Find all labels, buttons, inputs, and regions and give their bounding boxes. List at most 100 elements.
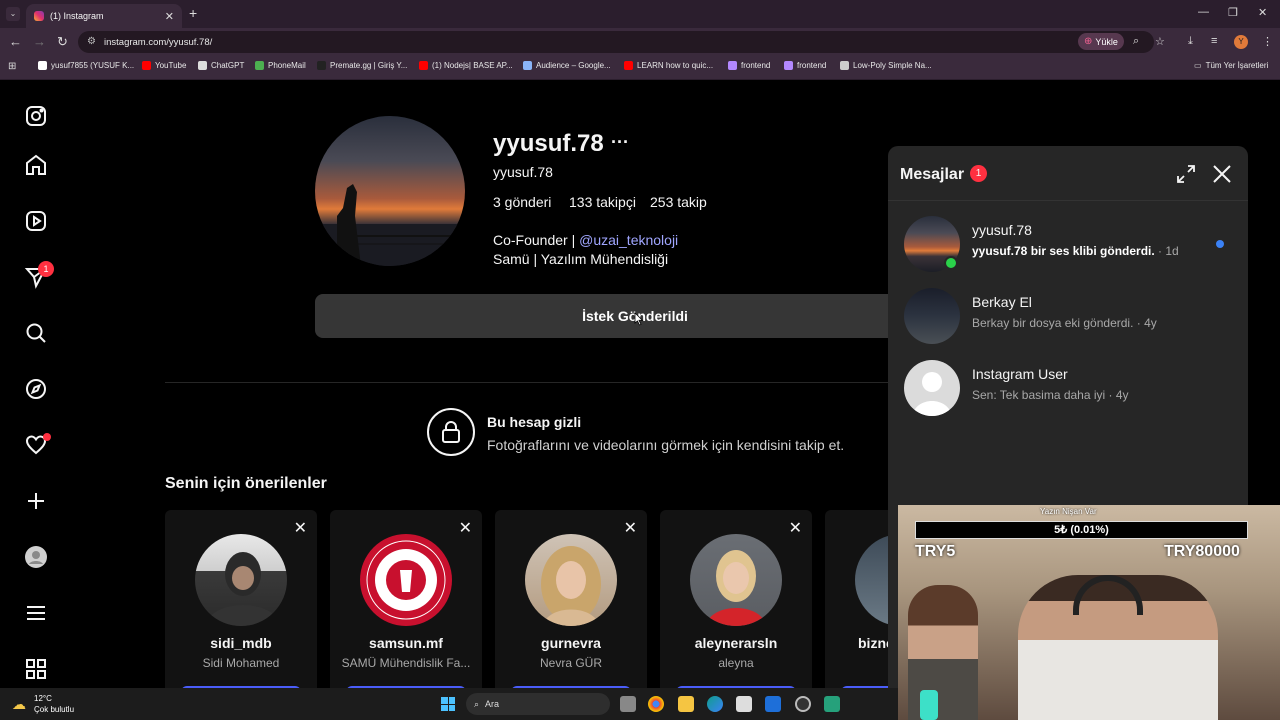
- bookmark-item[interactable]: (1) Nodejs| BASE AP...: [419, 61, 513, 70]
- bookmark-item[interactable]: ChatGPT: [198, 61, 244, 70]
- bookmark-favicon-icon: [624, 61, 633, 70]
- file-explorer-icon[interactable]: [678, 696, 694, 712]
- bio-mention-link[interactable]: @uzai_teknoloji: [579, 232, 678, 248]
- edge-icon[interactable]: [707, 696, 723, 712]
- back-icon[interactable]: ←: [9, 34, 22, 49]
- apps-grid-icon[interactable]: ⊞: [8, 61, 16, 72]
- dismiss-suggestion-icon[interactable]: ✕: [294, 518, 307, 538]
- search-icon: ⌕: [474, 698, 480, 709]
- suggestion-card[interactable]: ✕ gurnevra Nevra GÜR: [495, 510, 647, 688]
- bookmark-favicon-icon: [840, 61, 849, 70]
- private-account-title: Bu hesap gizli: [487, 414, 582, 430]
- bookmark-item[interactable]: YouTube: [142, 61, 186, 70]
- store-icon[interactable]: [736, 696, 752, 712]
- bookmark-item[interactable]: Audience – Google...: [523, 61, 611, 70]
- bookmark-label: frontend: [797, 61, 827, 70]
- new-tab-button[interactable]: +: [189, 5, 197, 21]
- samsun-university-logo[interactable]: [360, 534, 452, 626]
- webcam-overlay: Yazın Nişan Var 5₺ (0.01%) TRY5 TRY80000: [898, 505, 1280, 720]
- suggestion-avatar[interactable]: [690, 534, 782, 626]
- bookmark-item[interactable]: Premate.gg | Giriş Y...: [317, 61, 407, 70]
- profile-icon[interactable]: [24, 545, 48, 569]
- online-status-dot: [944, 256, 958, 270]
- app-icon[interactable]: [824, 696, 840, 712]
- conversation-item[interactable]: yyusuf.78 yyusuf.78 bir ses klibi gönder…: [888, 208, 1248, 280]
- mail-icon[interactable]: [765, 696, 781, 712]
- bookmark-favicon-icon: [198, 61, 207, 70]
- home-icon[interactable]: [24, 153, 48, 177]
- bookmark-label: ChatGPT: [211, 61, 245, 70]
- profile-options-icon[interactable]: ···: [611, 132, 629, 153]
- menu-icon[interactable]: [24, 601, 48, 625]
- taskbar-search-input[interactable]: ⌕ Ara: [466, 693, 610, 715]
- all-bookmarks[interactable]: ▭ Tüm Yer İşaretleri: [1194, 61, 1268, 70]
- profile-avatar[interactable]: Y: [1234, 35, 1248, 49]
- bookmark-favicon-icon: [419, 61, 428, 70]
- suggestion-avatar[interactable]: [195, 534, 287, 626]
- restore-icon[interactable]: ❐: [1228, 6, 1238, 19]
- browser-menu-icon[interactable]: ⋮: [1262, 35, 1273, 48]
- search-icon[interactable]: [24, 321, 48, 345]
- following-count[interactable]: 253 takip: [650, 194, 707, 210]
- weather-temp[interactable]: 12°C: [34, 694, 52, 703]
- bookmark-item[interactable]: PhoneMail: [255, 61, 306, 70]
- site-info-icon[interactable]: ⚙: [87, 36, 96, 47]
- weather-desc[interactable]: Çok bulutlu: [34, 705, 74, 714]
- tab-instagram[interactable]: (1) Instagram ✕: [26, 4, 182, 28]
- tab-list-icon[interactable]: ⌄: [6, 7, 20, 21]
- bookmark-favicon-icon: [255, 61, 264, 70]
- chrome-icon[interactable]: [648, 696, 664, 712]
- suggestion-avatar[interactable]: [525, 534, 617, 626]
- url-input[interactable]: ⚙ instagram.com/yyusuf.78/: [78, 31, 1154, 53]
- bookmark-item[interactable]: frontend: [728, 61, 770, 70]
- expand-icon[interactable]: [1176, 164, 1196, 184]
- bookmark-item[interactable]: Low-Poly Simple Na...: [840, 61, 932, 70]
- conversation-item[interactable]: Instagram User Sen: Tek basima daha iyi …: [888, 352, 1248, 424]
- unread-dot: [1216, 240, 1224, 248]
- donation-progress-bar: 5₺ (0.01%): [915, 521, 1248, 539]
- profile-avatar-photo[interactable]: [315, 116, 465, 266]
- suggestion-card[interactable]: ✕ sidi_mdb Sidi Mohamed: [165, 510, 317, 688]
- suggestion-card[interactable]: ✕ aleynerarsln aleyna: [660, 510, 812, 688]
- weather-cloud-icon[interactable]: ☁: [12, 696, 26, 713]
- more-apps-icon[interactable]: [24, 657, 48, 681]
- suggestion-username[interactable]: aleynerarsln: [660, 635, 812, 651]
- obs-icon[interactable]: [795, 696, 811, 712]
- reels-icon[interactable]: [24, 209, 48, 233]
- explore-icon[interactable]: [24, 377, 48, 401]
- donation-goal-title: Yazın Nişan Var: [1040, 507, 1097, 516]
- close-icon[interactable]: [1210, 162, 1234, 186]
- followers-count[interactable]: 133 takipçi: [569, 194, 636, 210]
- minimize-icon[interactable]: —: [1198, 6, 1209, 18]
- suggestion-username[interactable]: gurnevra: [495, 635, 647, 651]
- bookmark-item[interactable]: yusuf7855 (YUSUF K...: [38, 61, 134, 70]
- tab-close-icon[interactable]: ✕: [165, 10, 174, 23]
- create-icon[interactable]: [24, 489, 48, 513]
- notifications-dot: [43, 433, 51, 441]
- conversation-name: Berkay El: [972, 294, 1032, 310]
- bookmark-item[interactable]: LEARN how to quic...: [624, 61, 713, 70]
- dismiss-suggestion-icon[interactable]: ✕: [459, 518, 472, 538]
- conversation-preview-text: Berkay bir dosya eki gönderdi.: [972, 316, 1134, 330]
- suggestion-username[interactable]: sidi_mdb: [165, 635, 317, 651]
- reload-icon[interactable]: ↻: [57, 34, 68, 50]
- dismiss-suggestion-icon[interactable]: ✕: [624, 518, 637, 538]
- conversation-avatar: [904, 288, 960, 344]
- window-close-icon[interactable]: ✕: [1258, 6, 1267, 19]
- instagram-logo-icon[interactable]: [24, 104, 48, 128]
- task-view-icon[interactable]: [620, 696, 636, 712]
- bookmark-star-icon[interactable]: ☆: [1155, 35, 1165, 48]
- windows-start-icon[interactable]: [441, 697, 455, 711]
- bookmark-label: Audience – Google...: [536, 61, 611, 70]
- all-bookmarks-label: Tüm Yer İşaretleri: [1205, 61, 1269, 70]
- media-icon[interactable]: ≡: [1211, 35, 1217, 47]
- download-icon[interactable]: ⤓: [1188, 35, 1193, 48]
- install-button[interactable]: ⊕ Yükle: [1078, 33, 1124, 50]
- suggestion-card[interactable]: ✕ samsun.mf SAMÜ Mühendislik Fa...: [330, 510, 482, 688]
- bookmark-item[interactable]: frontend: [784, 61, 826, 70]
- dismiss-suggestion-icon[interactable]: ✕: [789, 518, 802, 538]
- conversation-item[interactable]: Berkay El Berkay bir dosya eki gönderdi.…: [888, 280, 1248, 352]
- suggestion-username[interactable]: samsun.mf: [330, 635, 482, 651]
- zoom-icon[interactable]: ⌕: [1133, 35, 1139, 48]
- forward-icon[interactable]: →: [33, 34, 46, 49]
